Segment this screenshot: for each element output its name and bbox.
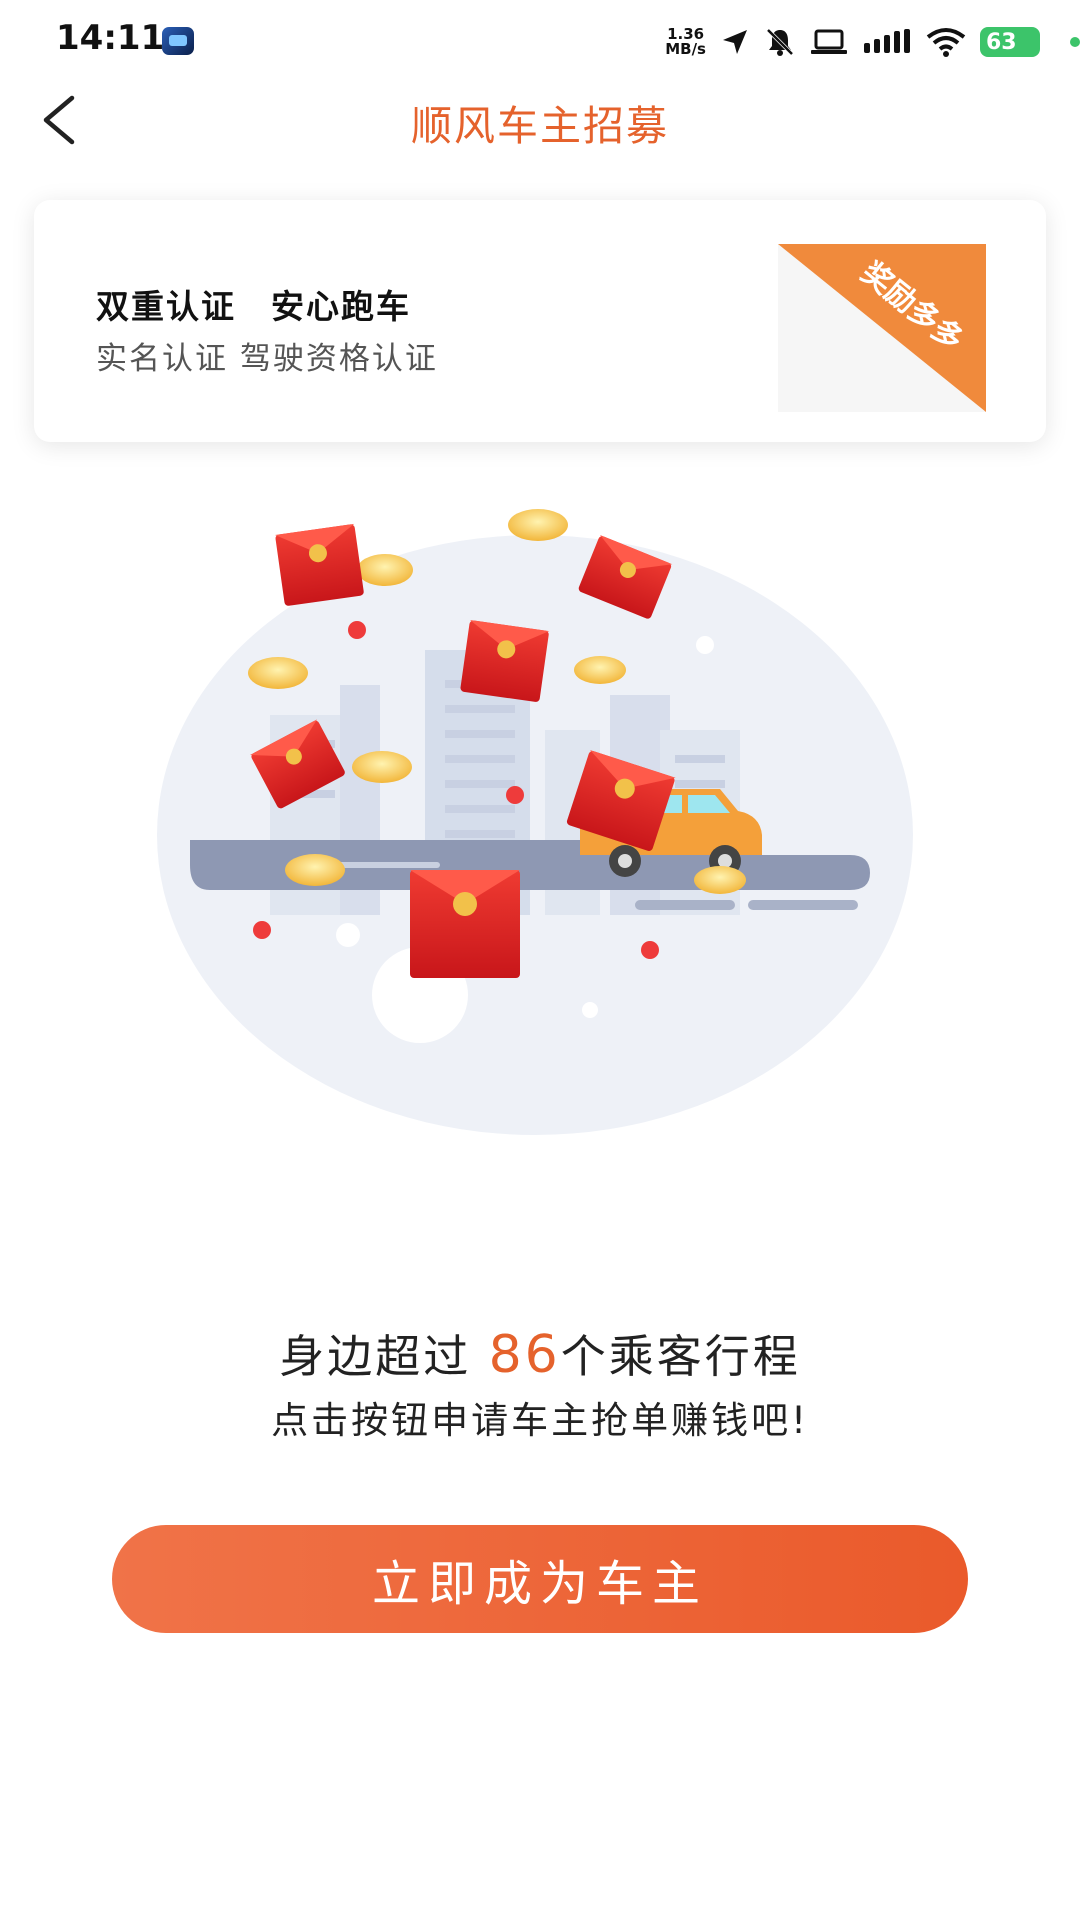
page-title: 顺风车主招募 bbox=[411, 102, 669, 150]
status-bar: 14:11 1.36 MB/s 63 bbox=[0, 0, 1080, 80]
card-subtitle: 实名认证 驾驶资格认证 bbox=[96, 341, 438, 377]
promo-suffix: 个乘客行程 bbox=[560, 1330, 801, 1383]
reward-ribbon: 奖励多多 bbox=[778, 244, 986, 412]
battery-icon: 63 bbox=[980, 27, 1080, 57]
charging-dot bbox=[1070, 37, 1080, 47]
status-icons: 1.36 MB/s 63 bbox=[665, 22, 1080, 62]
trip-count: 86 bbox=[488, 1325, 561, 1385]
signal-icon bbox=[864, 29, 910, 53]
card-title: 双重认证 安心跑车 bbox=[96, 287, 411, 326]
reward-badge: 奖励多多 bbox=[778, 244, 986, 412]
promo-prefix: 身边超过 bbox=[279, 1330, 489, 1383]
laptop-icon bbox=[811, 29, 847, 54]
mute-icon bbox=[766, 28, 794, 56]
app-notification-icon bbox=[162, 27, 194, 55]
status-time: 14:11 bbox=[56, 18, 165, 58]
certification-card: 双重认证 安心跑车 实名认证 驾驶资格认证 奖励多多 bbox=[34, 200, 1046, 442]
wifi-icon bbox=[926, 28, 966, 57]
location-arrow-icon bbox=[723, 30, 747, 54]
become-driver-button[interactable]: 立即成为车主 bbox=[112, 1525, 968, 1633]
recruit-illustration bbox=[157, 509, 913, 1135]
network-speed: 1.36 MB/s bbox=[665, 25, 706, 58]
promo-hint: 点击按钮申请车主抢单赚钱吧! bbox=[271, 1399, 809, 1442]
passenger-trips-text: 身边超过 86个乘客行程 bbox=[0, 1320, 1080, 1385]
